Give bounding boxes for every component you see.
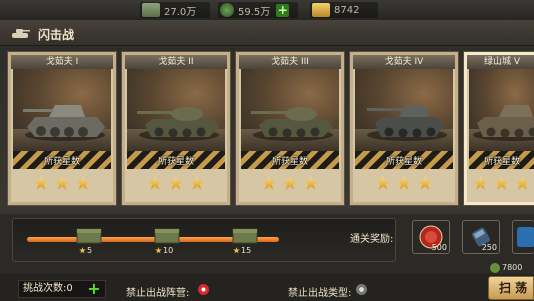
star-icon <box>54 176 70 190</box>
oil-barrel-icon <box>220 3 234 17</box>
oil-resource: 59.5万 + <box>218 2 298 18</box>
stars-caption: 所获星数 <box>43 157 80 167</box>
star-rating <box>125 176 227 191</box>
stage-image <box>127 69 225 151</box>
star-icon <box>282 176 298 190</box>
reward-value: 250 <box>481 243 497 252</box>
reward-slot-3[interactable] <box>512 220 534 254</box>
gold-resource: 8742 <box>310 2 378 18</box>
stage-name: 绿山城 V <box>467 55 534 69</box>
reward-crate-icon[interactable] <box>75 225 103 245</box>
stars-caption: 所获星数 <box>271 157 308 167</box>
star-icon <box>515 176 530 190</box>
star-rating <box>467 176 534 191</box>
stars-caption: 所获星数 <box>385 157 422 167</box>
milestone-label: 5 <box>79 246 92 255</box>
stage-name: 戈茹夫 III <box>239 55 341 69</box>
stage-name: 戈茹夫 IV <box>353 55 455 69</box>
star-icon <box>473 176 488 190</box>
page-title: 闪击战 <box>38 28 75 42</box>
add-challenge-button[interactable]: + <box>87 281 101 297</box>
star-icon <box>303 176 319 190</box>
cash-icon <box>142 3 160 17</box>
star-icon <box>396 176 412 190</box>
stage-card-4[interactable]: 戈茹夫 IV 所获星数 <box>350 52 458 205</box>
banned-type-label: 禁止出战类型: <box>288 288 352 299</box>
tank-icon <box>251 107 333 141</box>
blue-item-icon <box>517 227 534 247</box>
stars-caption: 所获星数 <box>157 157 194 167</box>
sweep-button[interactable]: 扫 荡 <box>488 276 534 300</box>
stage-card-2[interactable]: 戈茹夫 II 所获星数 <box>122 52 230 205</box>
gold-bar-icon <box>312 3 330 17</box>
star-icon <box>168 176 184 190</box>
star-rating <box>353 176 455 191</box>
stage-name: 戈茹夫 I <box>11 55 113 69</box>
add-oil-button[interactable]: + <box>276 3 290 17</box>
stage-image <box>13 69 111 151</box>
cash-resource: 27.0万 <box>140 2 210 18</box>
star-icon <box>233 247 240 254</box>
star-rating <box>11 176 113 191</box>
star-icon <box>147 176 163 190</box>
resource-bar: 27.0万 59.5万 + 8742 <box>0 0 534 20</box>
milestone-label: 10 <box>155 246 173 255</box>
star-icon <box>375 176 391 190</box>
oil-value: 59.5万 <box>238 6 271 18</box>
stage-card-3[interactable]: 戈茹夫 III 所获星数 <box>236 52 344 205</box>
tank-icon <box>473 105 534 141</box>
star-icon <box>155 247 162 254</box>
cash-value: 27.0万 <box>164 6 197 18</box>
stage-image <box>355 69 453 151</box>
gold-amount: 7800 <box>502 263 523 272</box>
reward-slot-2[interactable]: 250 <box>462 220 500 254</box>
tank-icon <box>12 29 30 38</box>
tank-icon <box>137 107 219 141</box>
stage-name: 戈茹夫 II <box>125 55 227 69</box>
title-bar: 闪击战 <box>0 20 534 46</box>
gold-coin-icon <box>490 263 500 273</box>
star-rating <box>239 176 341 191</box>
reward-slot-1[interactable]: 500 <box>412 220 450 254</box>
star-icon <box>261 176 277 190</box>
star-progress-panel: 5 10 15 <box>12 218 396 262</box>
tank-icon <box>23 105 105 141</box>
star-icon <box>75 176 91 190</box>
stage-image <box>241 69 339 151</box>
reward-crate-icon[interactable] <box>153 225 181 245</box>
star-icon <box>79 247 86 254</box>
star-icon <box>189 176 205 190</box>
clear-reward-label: 通关奖励: <box>350 234 394 245</box>
tank-icon <box>367 105 447 141</box>
star-icon <box>33 176 49 190</box>
banned-type-icon[interactable] <box>356 284 367 295</box>
stars-caption: 所获星数 <box>483 157 520 167</box>
stage-image <box>469 69 534 151</box>
stage-card-1[interactable]: 戈茹夫 I 所获星数 <box>8 52 116 205</box>
reward-crate-icon[interactable] <box>231 225 259 245</box>
gold-value: 8742 <box>334 4 360 16</box>
milestone-label: 15 <box>233 246 251 255</box>
banned-formation-icon[interactable] <box>198 284 209 295</box>
stage-card-5[interactable]: 绿山城 V 所获星数 <box>464 52 534 205</box>
reward-value: 500 <box>431 243 447 252</box>
stage-list: 戈茹夫 I 所获星数 戈茹夫 II 所获星数 戈茹夫 III 所获星数 戈茹夫 … <box>0 46 534 214</box>
star-icon <box>494 176 509 190</box>
banned-formation-label: 禁止出战阵营: <box>126 288 190 299</box>
star-icon <box>417 176 433 190</box>
